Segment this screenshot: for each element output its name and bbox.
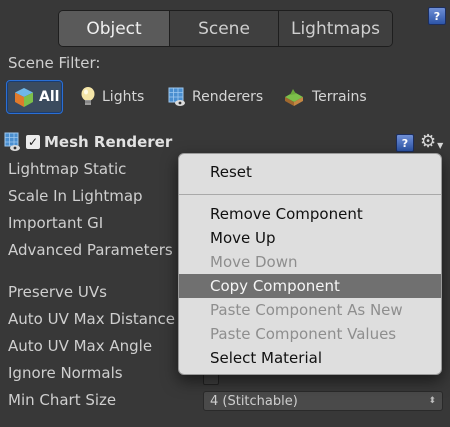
filter-lights-label: Lights <box>102 89 145 105</box>
chevron-down-icon: ▼ <box>437 140 444 150</box>
prop-lightmap-static: Lightmap Static <box>8 160 127 178</box>
menu-item-move-up[interactable]: Move Up <box>179 226 441 250</box>
menu-item-paste-component-as-new: Paste Component As New <box>210 301 403 319</box>
tab-lightmaps[interactable]: Lightmaps <box>279 11 392 46</box>
menu-item-remove-component[interactable]: Remove Component <box>179 202 441 226</box>
tab-scene[interactable]: Scene <box>170 11 279 46</box>
menu-item-move-down: Move Down <box>210 253 298 271</box>
menu-item-select-material[interactable]: Select Material <box>179 346 441 370</box>
filter-all-label: All <box>39 89 60 105</box>
filter-renderers-label: Renderers <box>192 89 264 105</box>
dropdown-arrows-icon: ⬍ <box>428 396 436 406</box>
component-enabled-checkbox[interactable]: ✓ <box>26 135 40 149</box>
component-title: Mesh Renderer <box>44 133 173 151</box>
prop-important-gi: Important GI <box>8 214 104 232</box>
min-chart-size-value: 4 (Stitchable) <box>210 393 298 409</box>
filter-renderers-button[interactable]: Renderers <box>168 82 263 112</box>
renderer-icon <box>168 87 185 106</box>
prop-preserve-uvs: Preserve UVs <box>8 283 107 301</box>
menu-item-reset[interactable]: Reset <box>179 160 441 184</box>
filter-terrains-button[interactable]: Terrains <box>282 82 367 112</box>
prop-auto-uv-max-distance: Auto UV Max Distance <box>8 310 175 328</box>
terrain-icon <box>285 89 303 106</box>
help-icon[interactable]: ? <box>428 7 446 25</box>
prop-min-chart-size: Min Chart Size <box>8 391 117 409</box>
lightbulb-icon <box>81 87 95 105</box>
filter-all-button[interactable]: All <box>6 80 63 114</box>
prop-scale-in-lightmap: Scale In Lightmap <box>8 187 143 205</box>
prop-advanced-parameters: Advanced Parameters <box>8 241 173 259</box>
component-header: ✓ Mesh Renderer <box>4 131 172 153</box>
scene-filter-label: Scene Filter: <box>8 54 101 72</box>
prop-auto-uv-max-angle: Auto UV Max Angle <box>8 337 153 355</box>
tab-bar: Object Scene Lightmaps <box>58 10 393 47</box>
prop-ignore-normals: Ignore Normals <box>8 364 123 382</box>
menu-item-paste-component-values: Paste Component Values <box>210 325 397 343</box>
menu-separator <box>179 194 441 195</box>
mesh-renderer-icon <box>4 132 20 151</box>
component-help-icon[interactable]: ? <box>396 134 414 152</box>
component-context-menu: Reset Remove Component Move Up Move Down… <box>178 153 442 375</box>
gear-icon: ⚙ <box>420 130 437 152</box>
min-chart-size-dropdown[interactable]: 4 (Stitchable) ⬍ <box>203 391 443 411</box>
filter-lights-button[interactable]: Lights <box>80 82 144 112</box>
cube-icon <box>15 88 33 107</box>
component-settings-gear-icon[interactable]: ⚙ ▼ <box>420 130 444 152</box>
filter-terrains-label: Terrains <box>312 89 367 105</box>
menu-item-copy-component[interactable]: Copy Component <box>179 274 441 298</box>
tab-object[interactable]: Object <box>59 11 170 46</box>
